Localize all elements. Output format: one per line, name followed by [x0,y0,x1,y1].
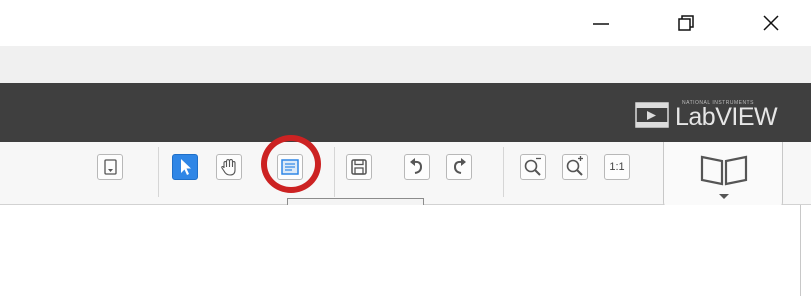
pan-tool-button[interactable] [216,154,242,180]
select-tool-button[interactable] [172,154,198,180]
comment-tool-button[interactable] [277,154,303,180]
zoom-out-button[interactable] [520,154,546,180]
toolbar-separator [503,147,504,197]
book-icon [700,155,748,199]
app-header: NATIONAL INSTRUMENTS LabVIEW [0,83,811,142]
pointer-arrow-icon [181,159,191,175]
minimize-button[interactable] [578,0,624,46]
brand-product-name: LabVIEW [675,103,778,131]
new-vi-button[interactable] [97,154,123,180]
floppy-disk-icon [351,159,367,175]
menu-bar [0,46,811,83]
toolbar-separator [334,147,335,197]
redo-icon [453,158,466,174]
restore-button[interactable] [663,0,709,46]
zoom-out-icon [524,157,541,176]
comment-icon [281,159,299,175]
document-icon [104,159,117,175]
diagram-canvas[interactable] [0,205,811,296]
toolbar-separator [158,147,159,197]
redo-button[interactable] [446,154,472,180]
zoom-reset-button[interactable]: 1:1 [604,154,630,180]
window-title-bar [0,0,811,46]
restore-icon [678,15,694,31]
undo-icon [410,158,423,174]
zoom-in-button[interactable] [562,154,588,180]
labview-logo-icon [635,102,669,128]
zoom-in-icon [566,156,583,176]
undo-button[interactable] [404,154,430,180]
panel-divider [800,205,801,296]
save-button[interactable] [346,154,372,180]
context-help-tab[interactable] [663,142,783,210]
zoom-reset-label: 1:1 [609,161,625,173]
minimize-icon [593,23,609,25]
close-button[interactable] [748,0,794,46]
hand-icon [221,158,236,176]
close-icon [763,15,779,31]
